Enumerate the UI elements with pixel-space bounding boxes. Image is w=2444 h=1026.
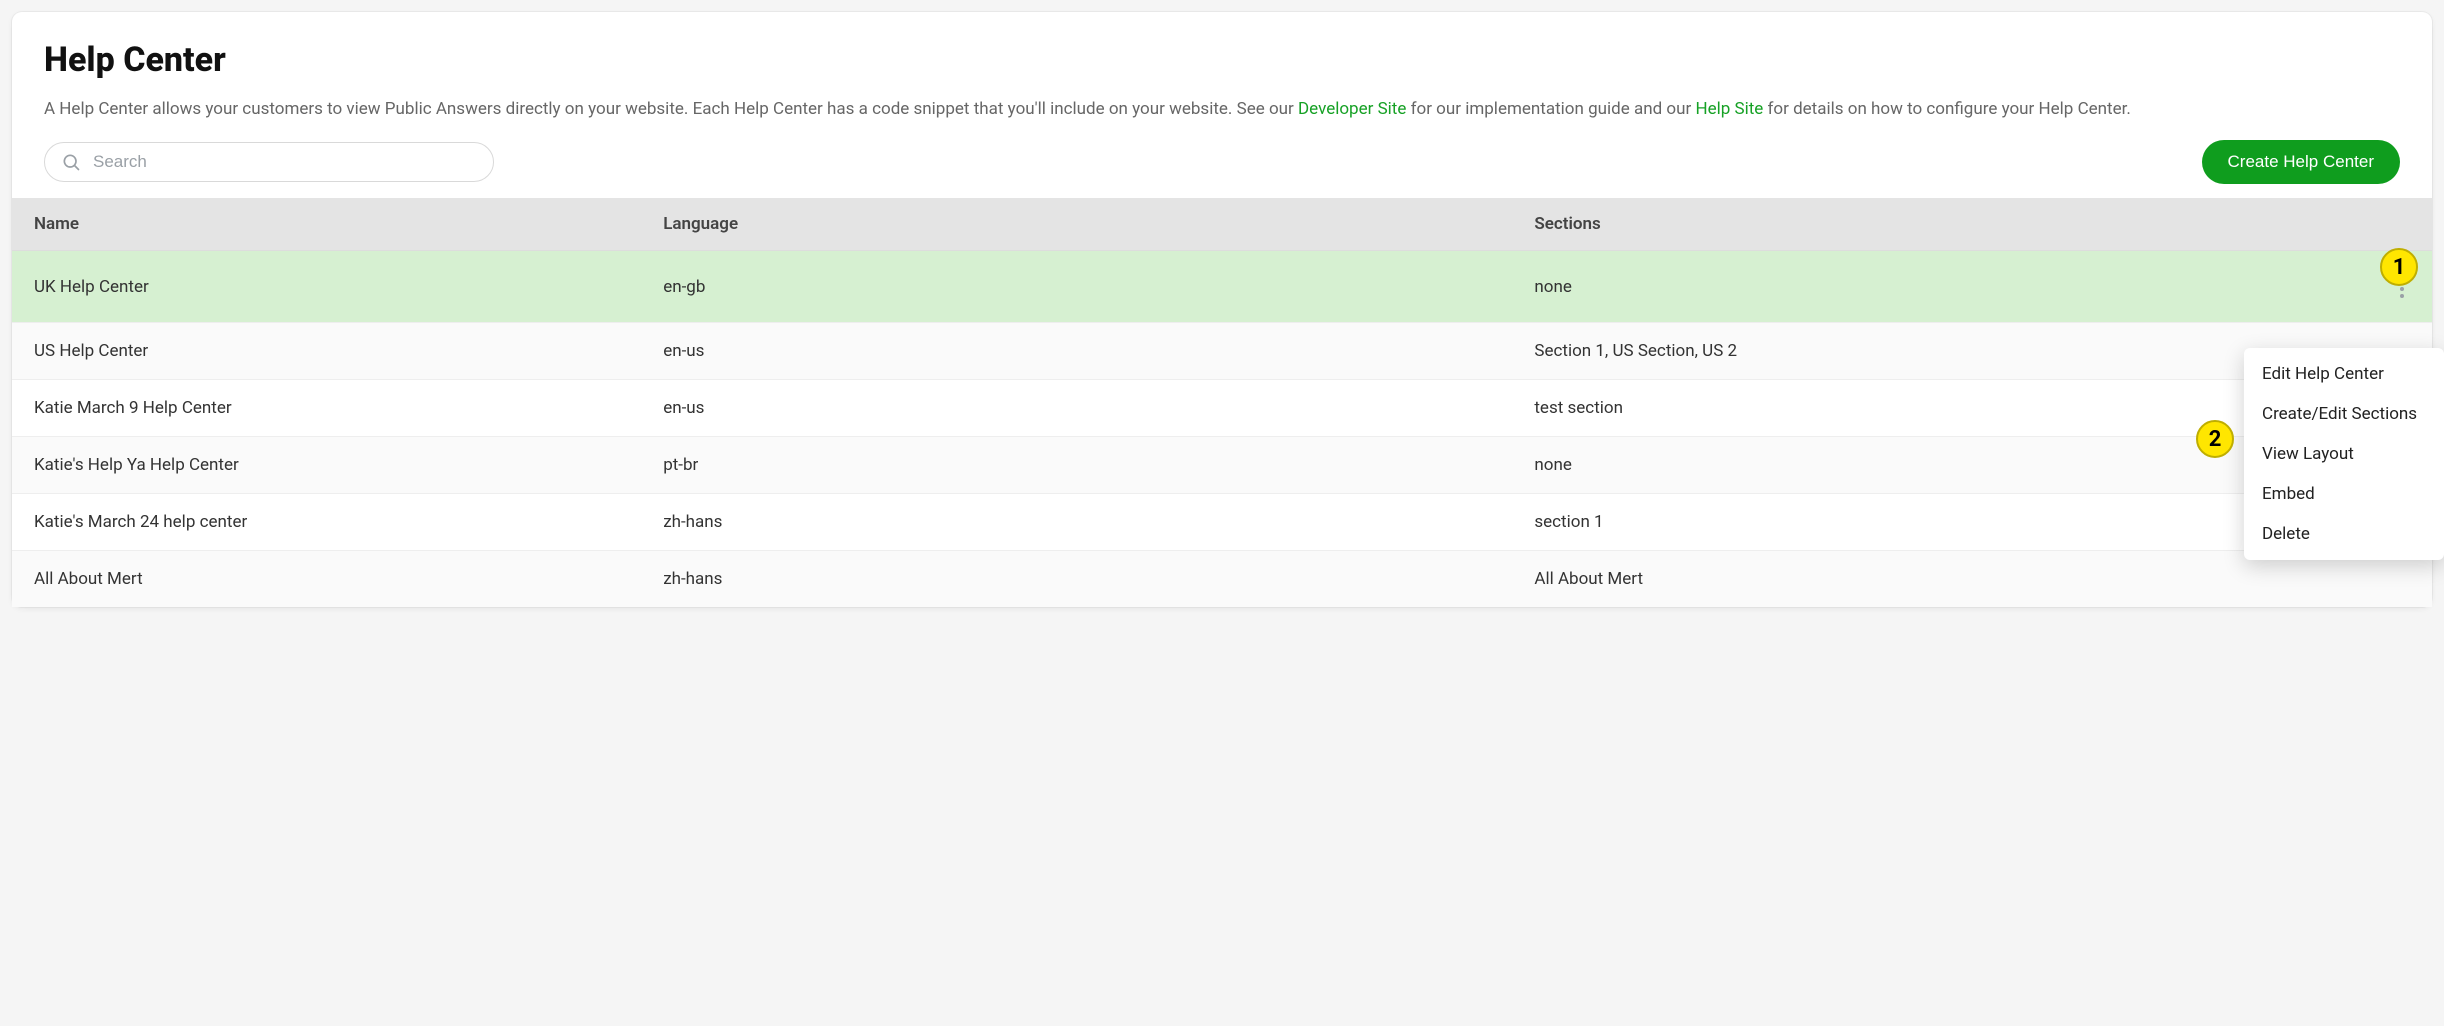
cell-language: en-us xyxy=(641,323,1512,380)
help-center-table: Name Language Sections UK Help Centeren-… xyxy=(12,198,2432,607)
context-menu-item[interactable]: Create/Edit Sections xyxy=(2244,394,2444,434)
description-text-2: for our implementation guide and our xyxy=(1406,99,1695,119)
context-menu-item[interactable]: Embed xyxy=(2244,474,2444,514)
column-header-sections[interactable]: Sections xyxy=(1512,198,2372,251)
table-row[interactable]: All About Mertzh-hansAll About Mert xyxy=(12,551,2432,608)
context-menu-item[interactable]: Edit Help Center xyxy=(2244,354,2444,394)
search-field-wrap[interactable] xyxy=(44,142,494,182)
developer-site-link[interactable]: Developer Site xyxy=(1298,99,1406,119)
cell-language: zh-hans xyxy=(641,494,1512,551)
description-text-3: for details on how to configure your Hel… xyxy=(1763,99,2131,119)
table-row[interactable]: UK Help Centeren-gbnone xyxy=(12,251,2432,323)
table-row[interactable]: Katie's Help Ya Help Centerpt-brnone xyxy=(12,437,2432,494)
help-site-link[interactable]: Help Site xyxy=(1695,99,1763,119)
cell-language: en-gb xyxy=(641,251,1512,323)
column-header-name[interactable]: Name xyxy=(12,198,641,251)
cell-name: UK Help Center xyxy=(12,251,641,323)
page-description: A Help Center allows your customers to v… xyxy=(44,96,2400,122)
toolbar: Create Help Center xyxy=(44,140,2400,198)
cell-name: Katie March 9 Help Center xyxy=(12,380,641,437)
column-header-language[interactable]: Language xyxy=(641,198,1512,251)
table-row[interactable]: US Help Centeren-usSection 1, US Section… xyxy=(12,323,2432,380)
cell-sections: none xyxy=(1512,251,2372,323)
cell-language: zh-hans xyxy=(641,551,1512,608)
table-row[interactable]: Katie March 9 Help Centeren-ustest secti… xyxy=(12,380,2432,437)
page-title: Help Center xyxy=(44,40,2400,80)
table-row[interactable]: Katie's March 24 help centerzh-hanssecti… xyxy=(12,494,2432,551)
cell-name: All About Mert xyxy=(12,551,641,608)
cell-name: US Help Center xyxy=(12,323,641,380)
description-text-1: A Help Center allows your customers to v… xyxy=(44,99,1298,119)
create-help-center-button[interactable]: Create Help Center xyxy=(2202,140,2400,184)
annotation-callout-2: 2 xyxy=(2196,420,2234,458)
row-context-menu: Edit Help CenterCreate/Edit SectionsView… xyxy=(2244,348,2444,560)
context-menu-item[interactable]: View Layout xyxy=(2244,434,2444,474)
cell-language: pt-br xyxy=(641,437,1512,494)
annotation-callout-1: 1 xyxy=(2380,248,2418,286)
cell-name: Katie's March 24 help center xyxy=(12,494,641,551)
table-header-row: Name Language Sections xyxy=(12,198,2432,251)
search-icon xyxy=(61,152,81,172)
column-header-actions xyxy=(2372,198,2432,251)
search-input[interactable] xyxy=(91,151,477,173)
help-center-card: Help Center A Help Center allows your cu… xyxy=(12,12,2432,607)
cell-name: Katie's Help Ya Help Center xyxy=(12,437,641,494)
cell-sections: All About Mert xyxy=(1512,551,2372,608)
cell-language: en-us xyxy=(641,380,1512,437)
context-menu-item[interactable]: Delete xyxy=(2244,514,2444,554)
